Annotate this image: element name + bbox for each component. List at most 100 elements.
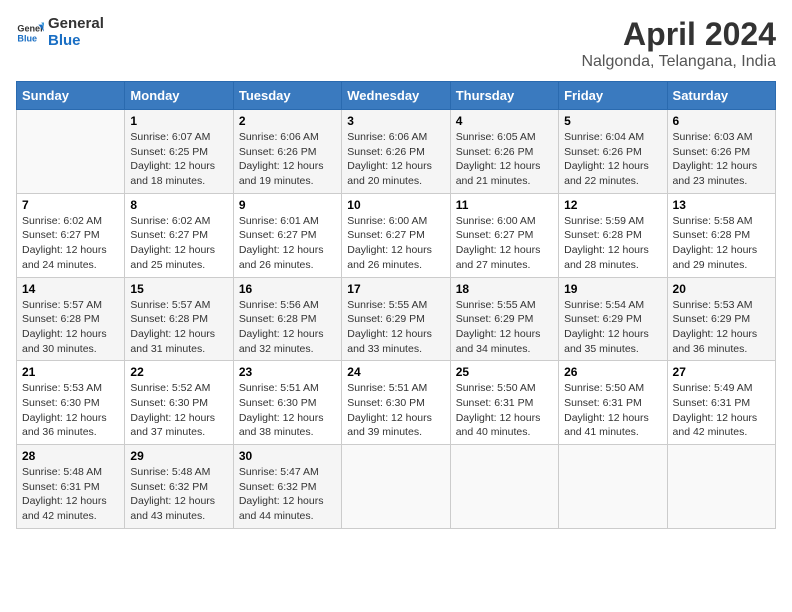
- col-header-saturday: Saturday: [667, 82, 775, 110]
- day-info: Sunrise: 6:00 AM Sunset: 6:27 PM Dayligh…: [347, 214, 444, 273]
- day-number: 8: [130, 198, 227, 212]
- day-info: Sunrise: 6:04 AM Sunset: 6:26 PM Dayligh…: [564, 130, 661, 189]
- day-cell: 13Sunrise: 5:58 AM Sunset: 6:28 PM Dayli…: [667, 193, 775, 277]
- day-cell: 30 Sunrise: 5:47 AM Sunset: 6:32 PM Dayli…: [233, 445, 341, 529]
- day-number: 9: [239, 198, 336, 212]
- day-cell: 8 Sunrise: 6:02 AM Sunset: 6:27 PM Daylig…: [125, 193, 233, 277]
- day-number: 2: [239, 114, 336, 128]
- day-info: Sunrise: 6:05 AM Sunset: 6:26 PM Dayligh…: [456, 130, 553, 189]
- day-number: 20: [673, 282, 770, 296]
- day-info: Sunrise: 5:57 AM Sunset: 6:28 PM Dayligh…: [22, 298, 119, 357]
- day-number: 19: [564, 282, 661, 296]
- logo-icon: General Blue: [16, 19, 44, 47]
- col-header-thursday: Thursday: [450, 82, 558, 110]
- day-info: Sunrise: 5:50 AM Sunset: 6:31 PM Dayligh…: [564, 381, 661, 440]
- title-block: April 2024 Nalgonda, Telangana, India: [581, 16, 776, 71]
- day-info: Sunrise: 5:59 AM Sunset: 6:28 PM Dayligh…: [564, 214, 661, 273]
- day-cell: 24 Sunrise: 5:51 AM Sunset: 6:30 PM Dayli…: [342, 361, 450, 445]
- day-info: Sunrise: 5:53 AM Sunset: 6:30 PM Dayligh…: [22, 381, 119, 440]
- day-cell: [450, 445, 558, 529]
- calendar-header-row: SundayMondayTuesdayWednesdayThursdayFrid…: [17, 82, 776, 110]
- day-number: 28: [22, 449, 119, 463]
- day-info: Sunrise: 6:03 AM Sunset: 6:26 PM Dayligh…: [673, 130, 770, 189]
- day-cell: 12 Sunrise: 5:59 AM Sunset: 6:28 PM Dayli…: [559, 193, 667, 277]
- day-cell: 19 Sunrise: 5:54 AM Sunset: 6:29 PM Dayli…: [559, 277, 667, 361]
- calendar-table: SundayMondayTuesdayWednesdayThursdayFrid…: [16, 81, 776, 529]
- day-number: 22: [130, 365, 227, 379]
- day-cell: 29Sunrise: 5:48 AM Sunset: 6:32 PM Dayli…: [125, 445, 233, 529]
- day-number: 1: [130, 114, 227, 128]
- day-info: Sunrise: 5:51 AM Sunset: 6:30 PM Dayligh…: [347, 381, 444, 440]
- col-header-wednesday: Wednesday: [342, 82, 450, 110]
- day-cell: 22 Sunrise: 5:52 AM Sunset: 6:30 PM Dayli…: [125, 361, 233, 445]
- day-number: 13: [673, 198, 770, 212]
- day-number: 4: [456, 114, 553, 128]
- day-info: Sunrise: 5:56 AM Sunset: 6:28 PM Dayligh…: [239, 298, 336, 357]
- day-cell: [342, 445, 450, 529]
- col-header-sunday: Sunday: [17, 82, 125, 110]
- day-info: Sunrise: 5:48 AM Sunset: 6:32 PM Dayligh…: [130, 465, 227, 524]
- day-number: 6: [673, 114, 770, 128]
- day-info: Sunrise: 6:07 AM Sunset: 6:25 PM Dayligh…: [130, 130, 227, 189]
- page-header: General Blue General Blue April 2024 Nal…: [16, 16, 776, 71]
- day-cell: 26 Sunrise: 5:50 AM Sunset: 6:31 PM Dayli…: [559, 361, 667, 445]
- day-number: 12: [564, 198, 661, 212]
- day-info: Sunrise: 5:54 AM Sunset: 6:29 PM Dayligh…: [564, 298, 661, 357]
- day-number: 14: [22, 282, 119, 296]
- day-number: 7: [22, 198, 119, 212]
- day-number: 11: [456, 198, 553, 212]
- logo-blue: Blue: [48, 33, 104, 50]
- day-number: 26: [564, 365, 661, 379]
- day-number: 17: [347, 282, 444, 296]
- week-row-1: 1 Sunrise: 6:07 AM Sunset: 6:25 PM Daylig…: [17, 110, 776, 194]
- day-number: 16: [239, 282, 336, 296]
- day-info: Sunrise: 6:02 AM Sunset: 6:27 PM Dayligh…: [130, 214, 227, 273]
- day-number: 23: [239, 365, 336, 379]
- day-number: 15: [130, 282, 227, 296]
- svg-text:Blue: Blue: [17, 33, 37, 43]
- week-row-4: 21 Sunrise: 5:53 AM Sunset: 6:30 PM Dayli…: [17, 361, 776, 445]
- week-row-5: 28Sunrise: 5:48 AM Sunset: 6:31 PM Dayli…: [17, 445, 776, 529]
- day-number: 10: [347, 198, 444, 212]
- week-row-2: 7 Sunrise: 6:02 AM Sunset: 6:27 PM Daylig…: [17, 193, 776, 277]
- day-info: Sunrise: 6:06 AM Sunset: 6:26 PM Dayligh…: [347, 130, 444, 189]
- week-row-3: 14 Sunrise: 5:57 AM Sunset: 6:28 PM Dayli…: [17, 277, 776, 361]
- day-number: 27: [673, 365, 770, 379]
- day-cell: 17 Sunrise: 5:55 AM Sunset: 6:29 PM Dayli…: [342, 277, 450, 361]
- day-cell: 1 Sunrise: 6:07 AM Sunset: 6:25 PM Daylig…: [125, 110, 233, 194]
- day-info: Sunrise: 5:55 AM Sunset: 6:29 PM Dayligh…: [347, 298, 444, 357]
- day-number: 18: [456, 282, 553, 296]
- day-cell: 3Sunrise: 6:06 AM Sunset: 6:26 PM Daylig…: [342, 110, 450, 194]
- day-number: 5: [564, 114, 661, 128]
- day-cell: 21 Sunrise: 5:53 AM Sunset: 6:30 PM Dayli…: [17, 361, 125, 445]
- day-info: Sunrise: 6:00 AM Sunset: 6:27 PM Dayligh…: [456, 214, 553, 273]
- day-cell: 25 Sunrise: 5:50 AM Sunset: 6:31 PM Dayli…: [450, 361, 558, 445]
- logo: General Blue General Blue: [16, 16, 104, 49]
- day-cell: 10 Sunrise: 6:00 AM Sunset: 6:27 PM Dayli…: [342, 193, 450, 277]
- day-number: 21: [22, 365, 119, 379]
- day-cell: 27 Sunrise: 5:49 AM Sunset: 6:31 PM Dayli…: [667, 361, 775, 445]
- calendar-title: April 2024: [581, 16, 776, 53]
- day-cell: 7Sunrise: 6:02 AM Sunset: 6:27 PM Daylig…: [17, 193, 125, 277]
- day-info: Sunrise: 5:50 AM Sunset: 6:31 PM Dayligh…: [456, 381, 553, 440]
- day-cell: 5 Sunrise: 6:04 AM Sunset: 6:26 PM Daylig…: [559, 110, 667, 194]
- day-cell: 14 Sunrise: 5:57 AM Sunset: 6:28 PM Dayli…: [17, 277, 125, 361]
- col-header-friday: Friday: [559, 82, 667, 110]
- day-cell: 6 Sunrise: 6:03 AM Sunset: 6:26 PM Daylig…: [667, 110, 775, 194]
- day-number: 30: [239, 449, 336, 463]
- day-info: Sunrise: 5:49 AM Sunset: 6:31 PM Dayligh…: [673, 381, 770, 440]
- day-cell: [559, 445, 667, 529]
- day-info: Sunrise: 5:47 AM Sunset: 6:32 PM Dayligh…: [239, 465, 336, 524]
- logo-general: General: [48, 16, 104, 33]
- day-cell: [17, 110, 125, 194]
- day-cell: 20 Sunrise: 5:53 AM Sunset: 6:29 PM Dayli…: [667, 277, 775, 361]
- day-info: Sunrise: 5:53 AM Sunset: 6:29 PM Dayligh…: [673, 298, 770, 357]
- day-info: Sunrise: 5:52 AM Sunset: 6:30 PM Dayligh…: [130, 381, 227, 440]
- day-number: 24: [347, 365, 444, 379]
- col-header-monday: Monday: [125, 82, 233, 110]
- day-info: Sunrise: 5:57 AM Sunset: 6:28 PM Dayligh…: [130, 298, 227, 357]
- day-cell: 4 Sunrise: 6:05 AM Sunset: 6:26 PM Daylig…: [450, 110, 558, 194]
- day-number: 25: [456, 365, 553, 379]
- day-cell: [667, 445, 775, 529]
- calendar-location: Nalgonda, Telangana, India: [581, 53, 776, 71]
